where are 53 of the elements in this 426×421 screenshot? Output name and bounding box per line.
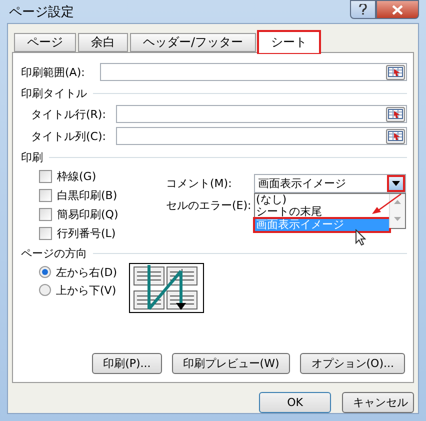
dropdown-button[interactable]: [387, 174, 405, 192]
checkbox-label: 枠線(G): [57, 169, 96, 184]
range-select-button[interactable]: [386, 64, 405, 80]
comments-dropdown[interactable]: 画面表示イメージ: [254, 174, 406, 192]
dialog-button[interactable]: OK: [259, 392, 331, 413]
checkbox-label: 簡易印刷(Q): [57, 207, 118, 222]
window-title: ページ設定: [8, 4, 74, 20]
help-button[interactable]: [350, 0, 376, 19]
checkbox[interactable]: [39, 227, 52, 240]
section-heading: 印刷タイトル: [21, 86, 87, 100]
checkbox[interactable]: [39, 189, 52, 202]
radio-label: 上から下(V): [56, 282, 116, 298]
section-heading: ページの方向: [21, 246, 87, 260]
radio-label: 左から右(D): [56, 264, 118, 280]
checkbox[interactable]: [39, 208, 52, 221]
range-select-icon: [388, 131, 403, 141]
panel-button[interactable]: オプション(O)...: [300, 353, 405, 374]
range-select-icon: [388, 67, 403, 77]
help-icon: [359, 4, 367, 15]
range-select-button[interactable]: [386, 106, 405, 122]
range-select-button[interactable]: [386, 128, 405, 144]
checkbox[interactable]: [39, 170, 52, 183]
field-label: セルのエラー(E):: [166, 198, 252, 212]
dropdown-value: 画面表示イメージ: [258, 176, 346, 190]
field-label: 印刷範囲(A):: [21, 64, 86, 80]
dropdown-option[interactable]: シートの末尾: [255, 206, 389, 218]
checkbox-label: 白黒印刷(B): [57, 188, 118, 203]
range-select-icon: [388, 109, 403, 119]
scroll-up-icon[interactable]: [394, 200, 401, 204]
radio-button[interactable]: [39, 266, 51, 278]
field-label: タイトル列(C):: [31, 128, 107, 144]
field-label: コメント(M):: [166, 176, 233, 190]
panel-button[interactable]: 印刷プレビュー(W): [172, 353, 290, 374]
tab[interactable]: ページ: [14, 33, 76, 52]
title-range-field[interactable]: [116, 127, 407, 145]
print-area-field[interactable]: [100, 63, 407, 81]
tab[interactable]: シート: [258, 31, 320, 53]
tab[interactable]: ヘッダー/フッター: [130, 33, 256, 52]
close-icon: [392, 4, 403, 14]
close-button[interactable]: [376, 0, 419, 19]
panel-button[interactable]: 印刷(P)...: [92, 353, 162, 374]
checkbox-label: 行列番号(L): [57, 226, 116, 241]
scroll-down-icon[interactable]: [394, 217, 401, 221]
section-heading: 印刷: [21, 150, 43, 164]
title-range-field[interactable]: [116, 105, 407, 123]
field-label: タイトル行(R):: [31, 106, 107, 122]
dialog-button[interactable]: キャンセル: [342, 392, 414, 413]
mouse-cursor-icon: [355, 228, 366, 246]
caret-icon: [392, 180, 400, 186]
radio-button[interactable]: [39, 284, 51, 296]
dropdown-option[interactable]: (なし): [255, 194, 389, 206]
annotation-arrow: [372, 192, 402, 214]
tab[interactable]: 余白: [78, 33, 128, 52]
